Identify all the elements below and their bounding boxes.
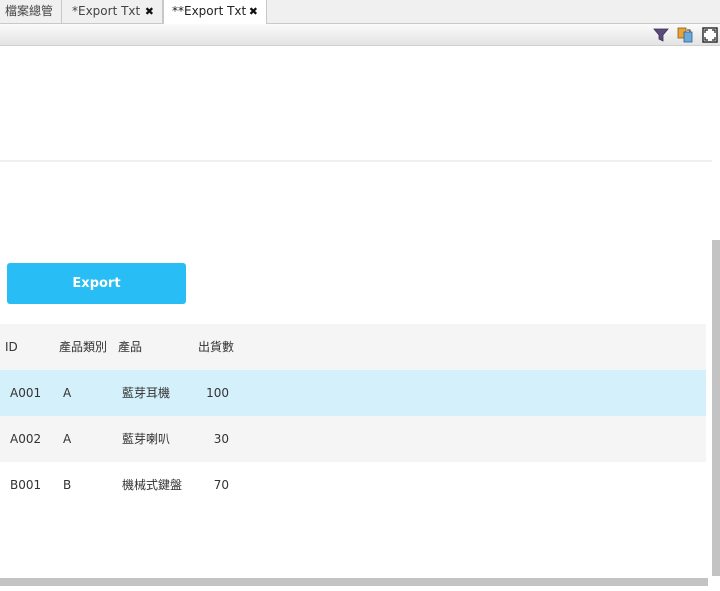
tab-label: **Export Txt [172,4,247,18]
filter-icon[interactable] [653,27,669,43]
cell-category: B [63,478,72,492]
tab-bar: 檔案總管 *Export Txt ✖ **Export Txt ✖ [0,0,720,24]
toolbar [0,24,720,46]
header-panel [0,46,712,162]
column-header-id[interactable]: ID [5,324,18,370]
tab-file-explorer[interactable]: 檔案總管 [0,0,62,23]
tab-label: 檔案總管 [5,4,54,18]
cell-id: A002 [10,432,42,446]
horizontal-scrollbar[interactable] [0,578,708,586]
cell-quantity: 70 [213,478,229,492]
table-row[interactable]: A002 A 藍芽喇叭 30 [0,416,706,462]
close-icon[interactable]: ✖ [145,0,154,23]
fullscreen-icon[interactable] [702,27,718,43]
column-header-category[interactable]: 產品類別 [59,324,107,370]
cell-product: 藍芽耳機 [122,386,171,400]
export-button[interactable]: Export [7,263,186,304]
cell-id: B001 [10,478,42,492]
data-grid: ID 產品類別 產品 出貨數 A001 A 藍芽耳機 100 A002 A 藍芽… [0,324,706,508]
cell-product: 藍芽喇叭 [122,432,171,446]
tab-label: *Export Txt [72,4,141,18]
cell-category: A [63,432,72,446]
cell-quantity: 30 [213,432,229,446]
close-icon[interactable]: ✖ [249,0,258,23]
column-header-quantity[interactable]: 出貨數 [198,324,234,370]
cell-product: 機械式鍵盤 [122,478,183,492]
swap-icon[interactable] [677,27,693,43]
cell-quantity: 100 [206,386,229,400]
table-row[interactable]: B001 B 機械式鍵盤 70 [0,462,706,508]
grid-header-row: ID 產品類別 產品 出貨數 [0,324,706,370]
vertical-scrollbar[interactable] [712,240,720,576]
column-header-product[interactable]: 產品 [118,324,142,370]
cell-category: A [63,386,72,400]
cell-id: A001 [10,386,42,400]
tab-export-txt-2[interactable]: **Export Txt ✖ [163,0,267,24]
tab-export-txt-1[interactable]: *Export Txt ✖ [62,0,163,23]
table-row[interactable]: A001 A 藍芽耳機 100 [0,370,706,416]
